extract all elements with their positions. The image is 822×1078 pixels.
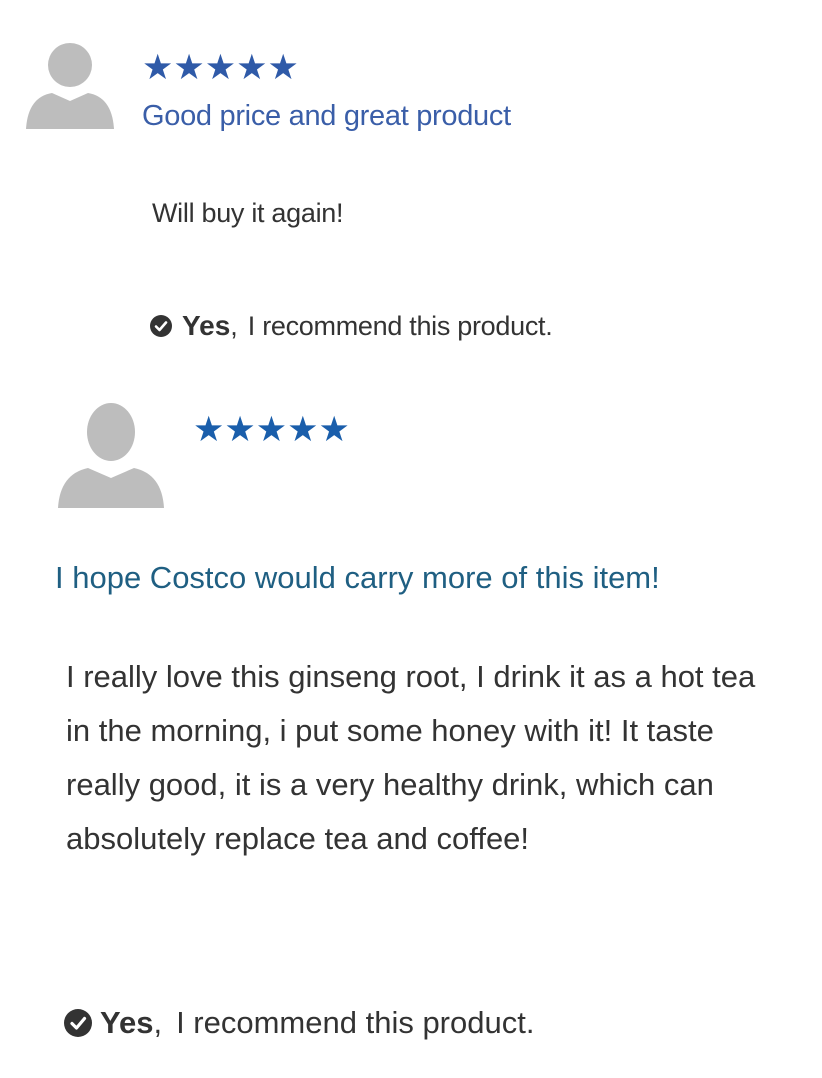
recommend-text: I recommend this product. — [247, 310, 553, 341]
review-body: I really love this ginseng root, I drink… — [66, 659, 756, 856]
recommend-yes: Yes — [100, 1005, 154, 1040]
check-circle-icon — [64, 1009, 92, 1037]
check-circle-icon — [150, 315, 172, 337]
review-card: ★★★★★ Good price and great product Will … — [0, 0, 822, 380]
recommendation: Yes, I recommend this product. — [64, 1005, 534, 1041]
recommend-yes: Yes — [182, 310, 231, 341]
review-card: ★★★★★ I hope Costco would carry more of … — [0, 380, 822, 1078]
star-rating: ★★★★★ — [193, 410, 350, 449]
user-avatar-icon — [56, 398, 166, 510]
review-body: Will buy it again! — [152, 198, 344, 228]
review-title: Good price and great product — [142, 100, 511, 132]
comma: , — [153, 1005, 163, 1040]
recommendation: Yes, I recommend this product. — [150, 310, 553, 342]
user-avatar-icon — [22, 35, 118, 131]
star-rating: ★★★★★ — [142, 48, 299, 87]
comma: , — [230, 310, 238, 341]
recommend-text: I recommend this product. — [176, 1005, 535, 1040]
review-title: I hope Costco would carry more of this i… — [55, 560, 660, 595]
